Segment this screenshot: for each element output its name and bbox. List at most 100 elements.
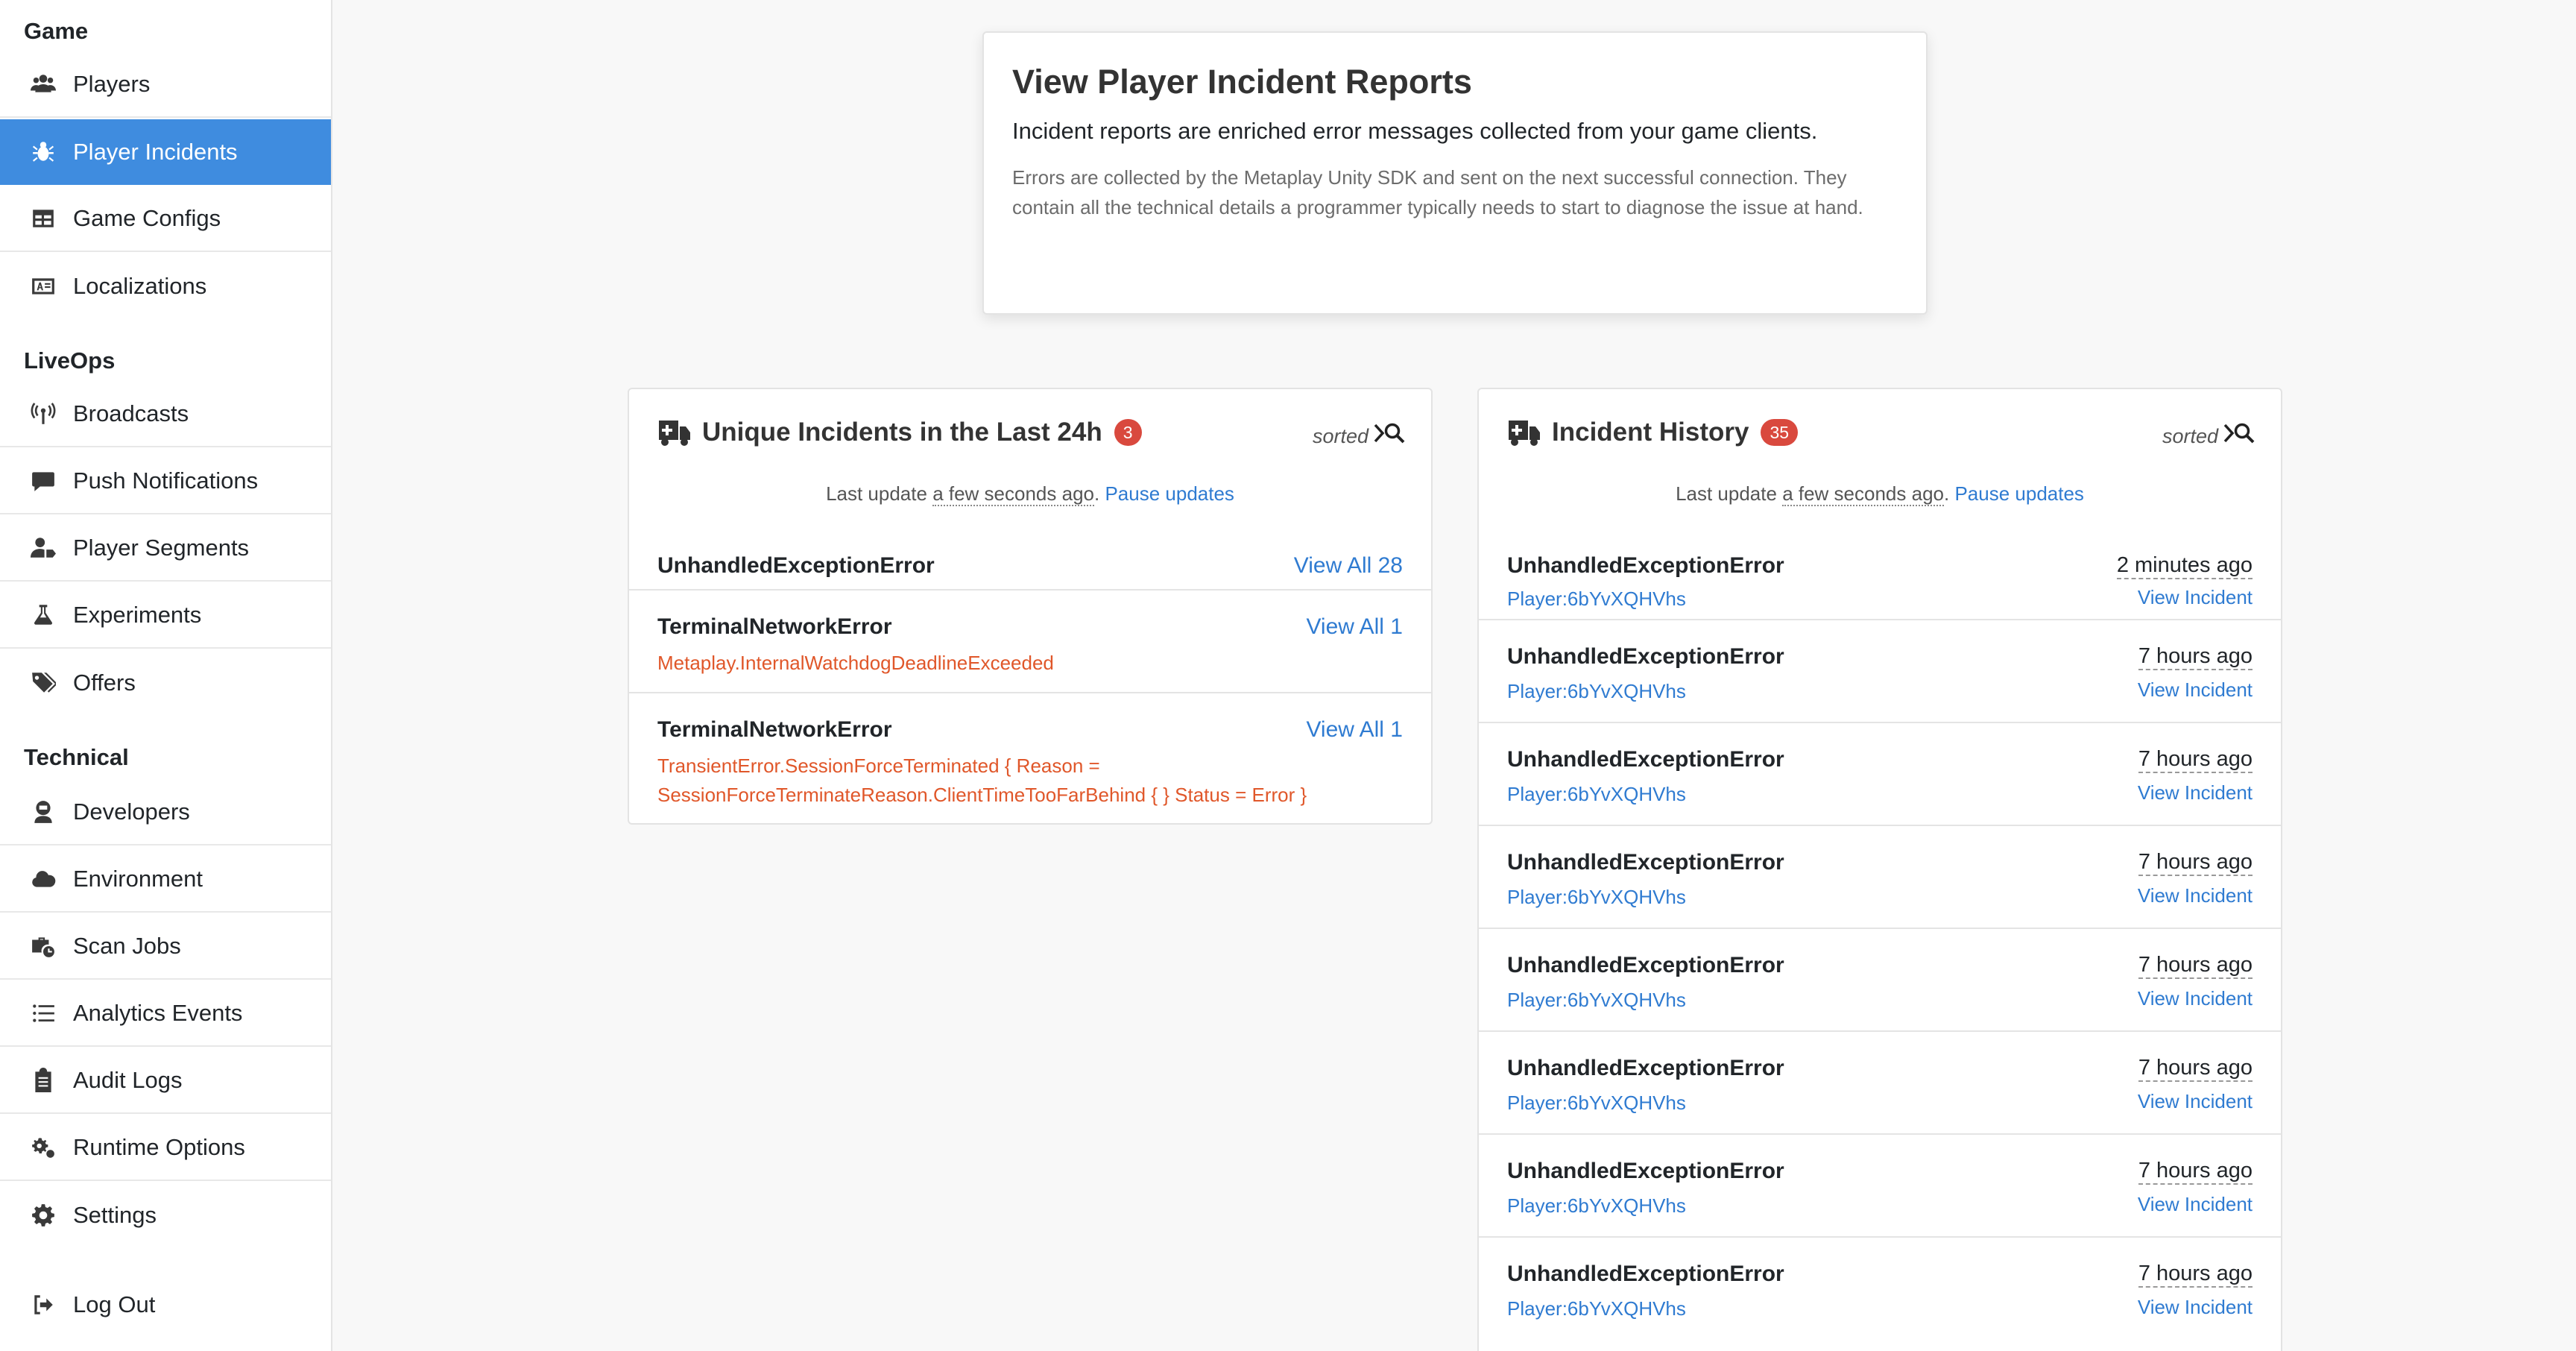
list-item[interactable]: TerminalNetworkError View All 1 Transien…: [629, 692, 1431, 823]
count-badge: 35: [1761, 419, 1799, 446]
users-icon: [28, 69, 58, 99]
view-incident-link[interactable]: View Incident: [2138, 678, 2253, 702]
list-item[interactable]: UnhandledExceptionError 7 hours ago Play…: [1479, 1030, 2281, 1133]
sidebar-item-developers[interactable]: Developers: [0, 780, 331, 845]
player-link[interactable]: Player:6bYvXQHVhs: [1507, 780, 1686, 809]
sidebar-item-player-incidents[interactable]: Player Incidents: [0, 119, 331, 185]
sidebar: Game Players Player Incidents Game Confi…: [0, 0, 332, 1351]
player-link[interactable]: Player:6bYvXQHVhs: [1507, 1191, 1686, 1221]
list-item[interactable]: UnhandledExceptionError 7 hours ago Play…: [1479, 619, 2281, 722]
incident-type: TerminalNetworkError: [657, 717, 892, 742]
sidebar-item-label: Experiments: [73, 602, 202, 628]
view-incident-link[interactable]: View Incident: [2138, 1090, 2253, 1113]
last-update-line: Last update a few seconds ago. Pause upd…: [629, 482, 1431, 506]
page-header-card: View Player Incident Reports Incident re…: [982, 31, 1928, 315]
last-update-time: a few seconds ago: [932, 482, 1094, 506]
incident-type: UnhandledExceptionError: [1507, 644, 1784, 669]
sidebar-item-label: Localizations: [73, 273, 207, 299]
sidebar-item-environment[interactable]: Environment: [0, 847, 331, 913]
view-incident-link[interactable]: View Incident: [2138, 987, 2253, 1010]
view-all-link[interactable]: View All 1: [1306, 614, 1403, 640]
sidebar-item-label: Settings: [73, 1202, 157, 1228]
sidebar-item-label: Players: [73, 71, 151, 97]
incident-type: UnhandledExceptionError: [1507, 1159, 1784, 1183]
incident-time: 7 hours ago: [2138, 1159, 2253, 1185]
sidebar-item-label: Analytics Events: [73, 1000, 243, 1026]
last-update-suffix: .: [1094, 482, 1105, 505]
count-badge: 3: [1114, 419, 1142, 446]
last-update-line: Last update a few seconds ago. Pause upd…: [1479, 482, 2281, 506]
sidebar-item-label: Game Configs: [73, 205, 221, 231]
sidebar-item-player-segments[interactable]: Player Segments: [0, 516, 331, 582]
table-icon: [28, 204, 58, 233]
view-incident-link[interactable]: View Incident: [2138, 781, 2253, 804]
sidebar-item-runtime-options[interactable]: Runtime Options: [0, 1115, 331, 1181]
player-link[interactable]: Player:6bYvXQHVhs: [1507, 585, 1686, 614]
search-icon[interactable]: [1383, 422, 1406, 444]
view-incident-link[interactable]: View Incident: [2138, 1193, 2253, 1216]
sidebar-item-label: Player Incidents: [73, 139, 238, 165]
sidebar-item-scan-jobs[interactable]: Scan Jobs: [0, 914, 331, 980]
logout-button[interactable]: Log Out: [0, 1272, 331, 1338]
sidebar-item-audit-logs[interactable]: Audit Logs: [0, 1048, 331, 1114]
sidebar-item-analytics-events[interactable]: Analytics Events: [0, 981, 331, 1047]
page-description: Errors are collected by the Metaplay Uni…: [1012, 166, 1863, 218]
sorted-label: sorted: [1312, 425, 1368, 447]
player-link[interactable]: Player:6bYvXQHVhs: [1507, 1089, 1686, 1118]
incident-history-card: Incident History 35 sorted Last update a…: [1477, 388, 2282, 1351]
tags-icon: [28, 668, 58, 698]
sidebar-item-offers[interactable]: Offers: [0, 650, 331, 716]
incident-time: 2 minutes ago: [2116, 553, 2253, 579]
pause-updates-link[interactable]: Pause updates: [1105, 482, 1234, 505]
list-item[interactable]: UnhandledExceptionError 7 hours ago Play…: [1479, 1133, 2281, 1236]
truck-medical-icon: [1507, 418, 1541, 447]
last-update-prefix: Last update: [1676, 482, 1783, 505]
sign-out-icon: [28, 1290, 58, 1320]
sidebar-item-localizations[interactable]: Localizations: [0, 253, 331, 319]
incident-detail: Metaplay.InternalWatchdogDeadlineExceede…: [657, 652, 1054, 674]
clipboard-list-icon: [28, 1065, 58, 1095]
sidebar-item-label: Environment: [73, 866, 203, 892]
list-item[interactable]: UnhandledExceptionError 7 hours ago Play…: [1479, 928, 2281, 1030]
view-incident-link[interactable]: View Incident: [2138, 586, 2253, 609]
card-title: Incident History 35: [1552, 418, 1799, 447]
flask-icon: [28, 600, 58, 630]
view-all-link[interactable]: View All 1: [1306, 717, 1403, 743]
incident-time: 7 hours ago: [2138, 644, 2253, 670]
view-incident-link[interactable]: View Incident: [2138, 884, 2253, 907]
sorted-label: sorted: [2162, 425, 2218, 447]
player-link[interactable]: Player:6bYvXQHVhs: [1507, 677, 1686, 706]
player-link[interactable]: Player:6bYvXQHVhs: [1507, 1294, 1686, 1323]
incident-type: UnhandledExceptionError: [1507, 747, 1784, 772]
incident-type: UnhandledExceptionError: [1507, 1056, 1784, 1080]
sidebar-item-settings[interactable]: Settings: [0, 1182, 331, 1248]
list-item[interactable]: UnhandledExceptionError 7 hours ago Play…: [1479, 722, 2281, 825]
search-icon[interactable]: [2233, 422, 2255, 444]
sidebar-item-players[interactable]: Players: [0, 52, 331, 118]
sidebar-item-push-notifications[interactable]: Push Notifications: [0, 449, 331, 514]
language-icon: [28, 271, 58, 301]
user-astronaut-icon: [28, 797, 58, 827]
cloud-icon: [28, 864, 58, 894]
comment-icon: [28, 466, 58, 496]
list-icon: [28, 998, 58, 1028]
sidebar-item-broadcasts[interactable]: Broadcasts: [0, 382, 331, 447]
list-item[interactable]: UnhandledExceptionError 2 minutes ago Pl…: [1479, 522, 2281, 619]
sidebar-item-experiments[interactable]: Experiments: [0, 583, 331, 649]
card-header: Unique Incidents in the Last 24h 3 sorte…: [629, 389, 1431, 506]
pause-updates-link[interactable]: Pause updates: [1954, 482, 2083, 505]
list-item[interactable]: UnhandledExceptionError 7 hours ago Play…: [1479, 1236, 2281, 1351]
view-incident-link[interactable]: View Incident: [2138, 1296, 2253, 1319]
list-item[interactable]: UnhandledExceptionError 7 hours ago Play…: [1479, 825, 2281, 928]
sidebar-item-game-configs[interactable]: Game Configs: [0, 186, 331, 252]
incident-time: 7 hours ago: [2138, 1262, 2253, 1288]
list-item[interactable]: TerminalNetworkError View All 1 Metaplay…: [629, 589, 1431, 693]
sidebar-item-label: Offers: [73, 670, 136, 696]
sidebar-item-label: Developers: [73, 799, 190, 825]
player-link[interactable]: Player:6bYvXQHVhs: [1507, 986, 1686, 1015]
logout-label: Log Out: [73, 1291, 156, 1317]
incident-type: UnhandledExceptionError: [1507, 553, 1784, 578]
player-link[interactable]: Player:6bYvXQHVhs: [1507, 883, 1686, 912]
cogs-icon: [28, 1133, 58, 1162]
view-all-link[interactable]: View All 28: [1294, 553, 1403, 579]
